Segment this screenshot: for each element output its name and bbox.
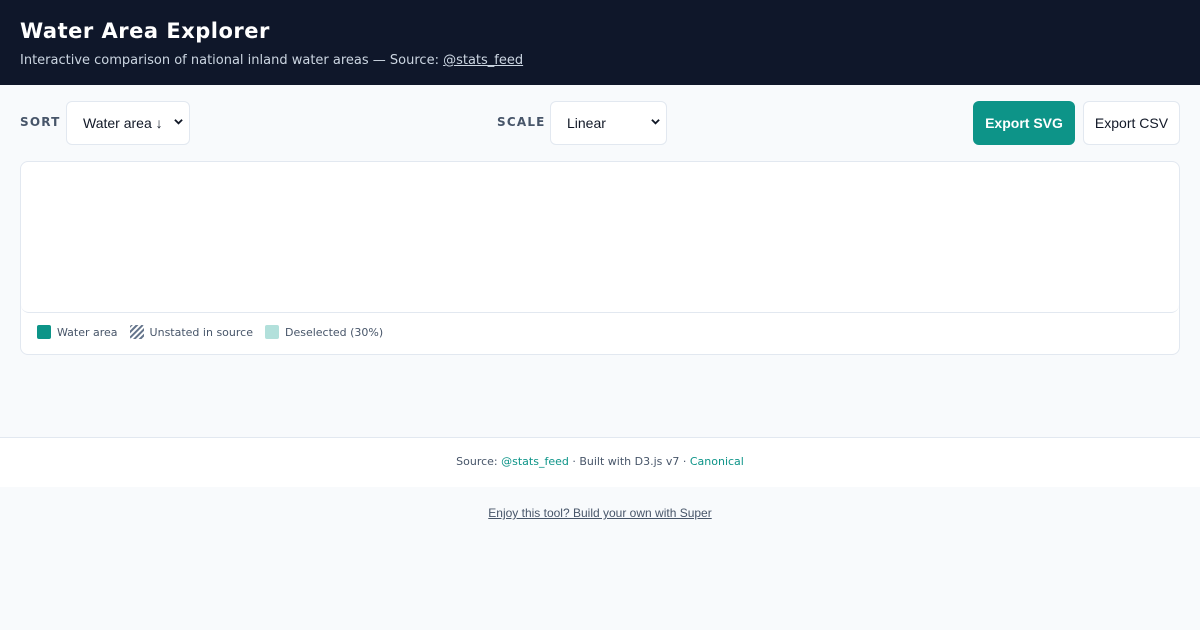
subtitle-text: Interactive comparison of national inlan… [20, 53, 444, 68]
promo: Enjoy this tool? Build your own with Sup… [0, 506, 1200, 520]
sort-select-value: Water area ↓ [83, 115, 163, 131]
sort-label: SORT [20, 115, 61, 129]
legend-item-unstated: Unstated in source [129, 325, 253, 339]
legend-label: Deselected (30%) [284, 325, 384, 339]
chevron-down-icon [174, 119, 183, 125]
scale-label: SCALE [497, 115, 546, 129]
chart-legend: Water area Unstated in source Deselected… [37, 325, 395, 339]
scale-select[interactable]: Linear [550, 101, 667, 145]
promo-link[interactable]: Enjoy this tool? Build your own with Sup… [488, 506, 711, 520]
hatched-swatch [129, 325, 144, 339]
footer-prefix: Source: [456, 455, 502, 468]
footer-middle: · Built with D3.js v7 · [568, 455, 690, 468]
page-footer: Source: @stats_feed · Built with D3.js v… [0, 437, 1200, 487]
page-title: Water Area Explorer [20, 19, 270, 43]
canonical-link[interactable]: Canonical [690, 455, 744, 468]
legend-item-deselected: Deselected (30%) [264, 325, 384, 339]
export-svg-button[interactable]: Export SVG [973, 101, 1075, 145]
controls-bar: SORT Water area ↓ SCALE Linear Export SV… [20, 101, 1180, 145]
water-area-swatch [37, 325, 51, 339]
chart-area [21, 162, 1179, 313]
footer-source-link[interactable]: @stats_feed [501, 455, 569, 468]
page-subtitle: Interactive comparison of national inlan… [20, 53, 1180, 69]
chevron-down-icon [651, 119, 660, 125]
scale-select-value: Linear [567, 115, 606, 131]
source-link[interactable]: @stats_feed [443, 53, 523, 68]
chart-card: Water area Unstated in source Deselected… [20, 161, 1180, 355]
legend-label: Water area [57, 325, 118, 339]
sort-select[interactable]: Water area ↓ [66, 101, 190, 145]
legend-item-water-area: Water area [37, 325, 118, 339]
page-header: Water Area Explorer Interactive comparis… [0, 0, 1200, 85]
deselected-swatch [264, 325, 279, 339]
export-csv-button[interactable]: Export CSV [1083, 101, 1180, 145]
legend-label: Unstated in source [149, 325, 253, 339]
